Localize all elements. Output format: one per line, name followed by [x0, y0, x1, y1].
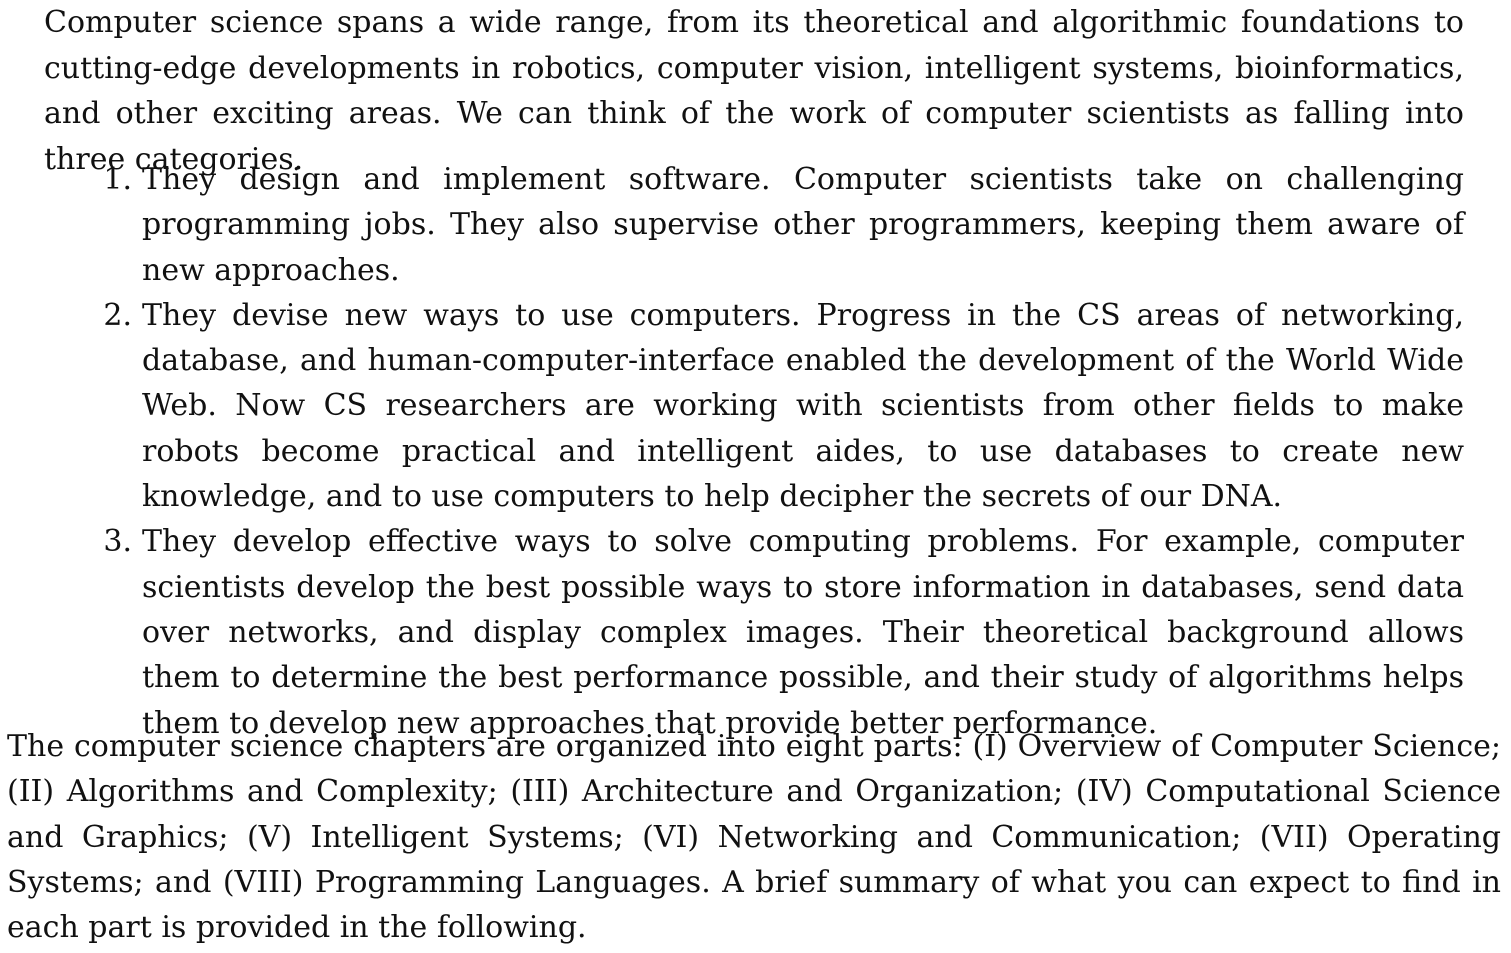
list-item: 3. They develop effective ways to solve … [96, 519, 1464, 745]
list-item-text: They devise new ways to use computers. P… [142, 297, 1464, 515]
list-item: 2. They devise new ways to use computers… [96, 293, 1464, 519]
list-item-text: They develop effective ways to solve com… [142, 524, 1464, 741]
list-item-number: 1. [103, 162, 132, 197]
list-item-number: 2. [103, 297, 132, 333]
document-page: Computer science spans a wide range, fro… [0, 0, 1511, 953]
categories-list: 1. They design and implement software. C… [96, 157, 1464, 746]
list-item-text: They design and implement software. Comp… [142, 162, 1464, 288]
intro-paragraph: Computer science spans a wide range, fro… [44, 5, 1464, 177]
list-item-number: 3. [103, 524, 132, 560]
closing-paragraph: The computer science chapters are organi… [7, 729, 1501, 946]
list-item: 1. They design and implement software. C… [96, 157, 1464, 293]
